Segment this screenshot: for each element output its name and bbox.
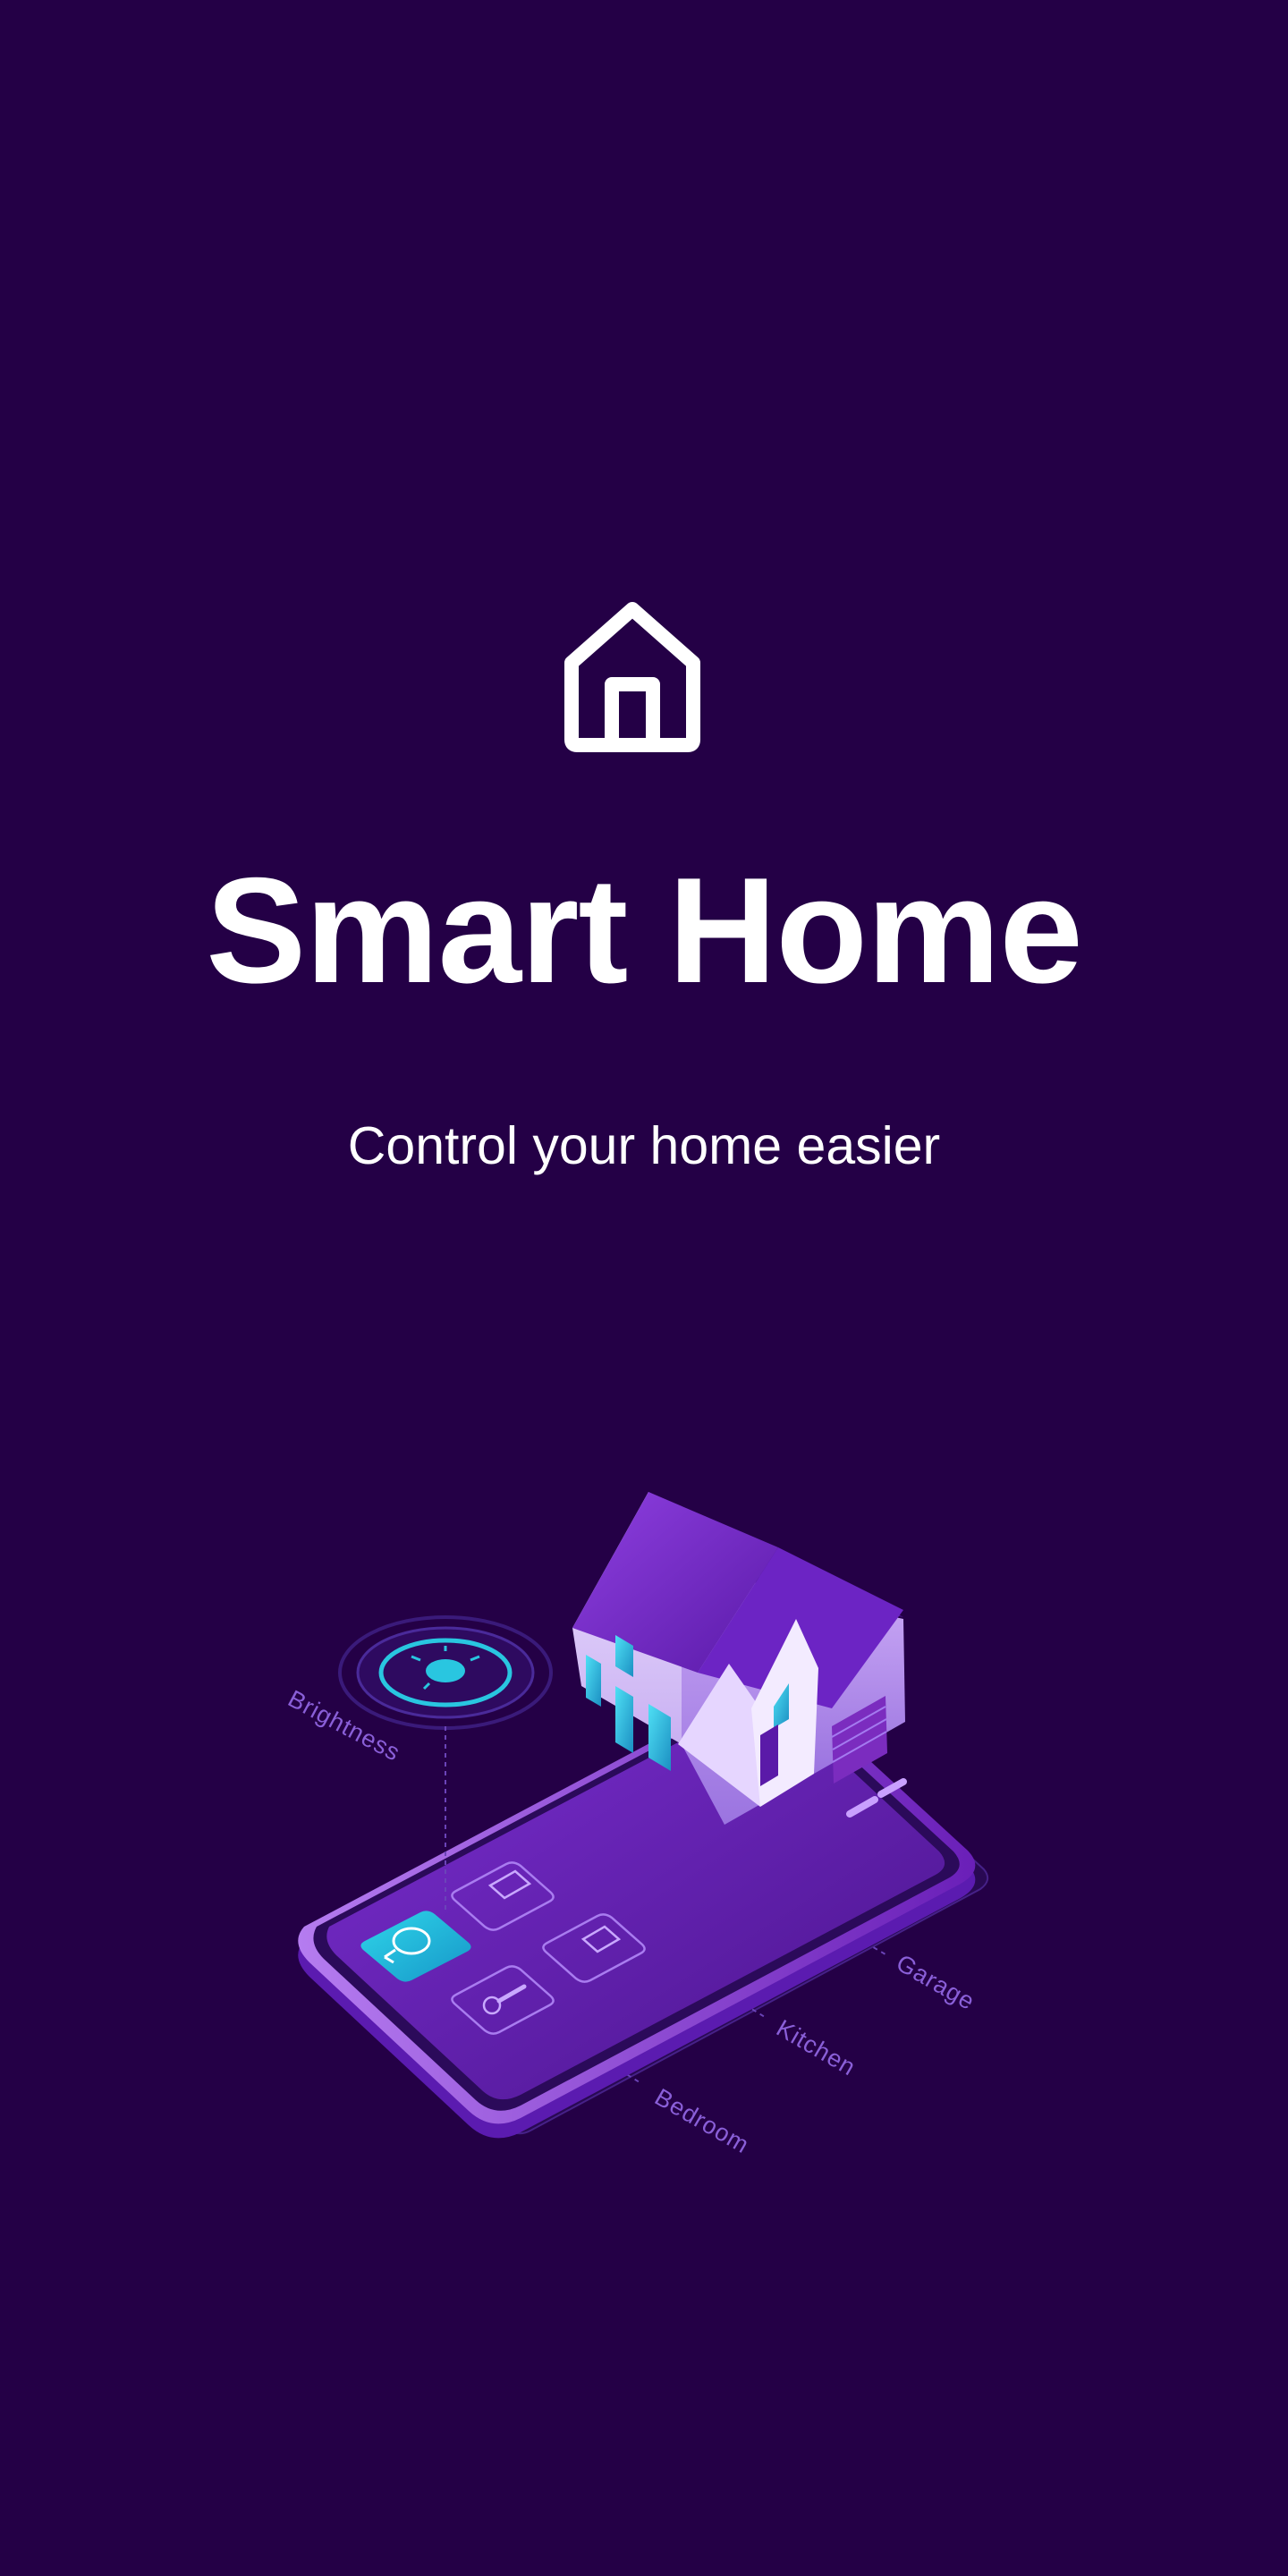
app-title: Smart Home <box>206 846 1083 1014</box>
app-subtitle: Control your home easier <box>347 1116 941 1175</box>
home-icon <box>564 602 700 752</box>
lightbulb-icon <box>426 1659 465 1682</box>
smart-home-illustration: Bedroom Kitchen Garage Brightness <box>284 1492 989 2158</box>
splash-screen: Smart Home Control your home easier Bedr… <box>0 0 1288 2576</box>
kitchen-label: Kitchen <box>772 2014 860 2081</box>
bedroom-label: Bedroom <box>650 2083 754 2158</box>
garage-label: Garage <box>892 1949 979 2015</box>
